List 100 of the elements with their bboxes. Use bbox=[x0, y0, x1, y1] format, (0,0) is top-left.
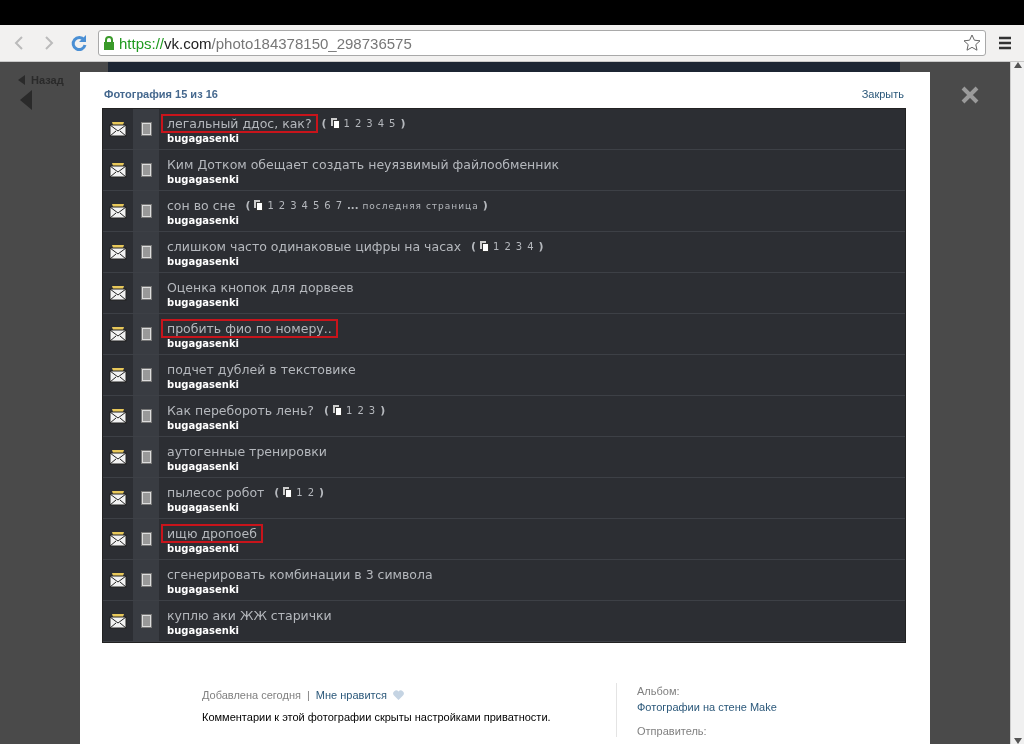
topic-author: bugagasenki bbox=[166, 625, 241, 636]
page-link[interactable]: 7 bbox=[335, 200, 344, 211]
topic-author: bugagasenki bbox=[166, 256, 241, 267]
topic-author: bugagasenki bbox=[166, 502, 241, 513]
document-icon bbox=[140, 327, 152, 341]
pages-icon bbox=[330, 118, 340, 129]
topic-author: bugagasenki bbox=[166, 297, 241, 308]
address-bar[interactable]: https://vk.com/photo184378150_298736575 bbox=[98, 30, 986, 56]
document-icon bbox=[140, 409, 152, 423]
envelope-icon bbox=[109, 449, 127, 465]
menu-icon bbox=[998, 36, 1012, 50]
envelope-icon bbox=[109, 572, 127, 588]
page-link[interactable]: 2 bbox=[278, 200, 287, 211]
topic-title[interactable]: ищю дропоеб bbox=[161, 524, 263, 543]
close-icon[interactable] bbox=[961, 86, 979, 104]
page-link[interactable]: 3 bbox=[290, 200, 298, 211]
page-link[interactable]: 1 bbox=[493, 241, 501, 252]
envelope-icon bbox=[109, 203, 127, 219]
page-link[interactable]: 5 bbox=[312, 200, 321, 211]
page-link[interactable]: 1 bbox=[296, 487, 304, 498]
album-link[interactable]: Фотографии на стене Make bbox=[637, 701, 777, 713]
parenthesis: ) bbox=[482, 199, 488, 212]
topic-title[interactable]: Ким Дотком обещает создать неуязвимый файлообменник bbox=[161, 155, 566, 174]
parenthesis: ) bbox=[538, 240, 544, 253]
page-link[interactable]: 2 bbox=[307, 487, 316, 498]
page-link[interactable]: 3 bbox=[368, 405, 377, 416]
parenthesis: ( bbox=[471, 240, 477, 253]
scroll-down-icon[interactable] bbox=[1014, 738, 1022, 744]
url-text: https://vk.com/photo184378150_298736575 bbox=[119, 34, 413, 52]
page-link[interactable]: 2 bbox=[357, 405, 365, 416]
topic-title[interactable]: сгенерировать комбинации в 3 символа bbox=[161, 565, 439, 584]
page-link[interactable]: 4 bbox=[377, 118, 386, 129]
topic-author: bugagasenki bbox=[166, 338, 241, 349]
topic-title[interactable]: куплю аки ЖЖ старички bbox=[161, 606, 338, 625]
page-link[interactable]: 3 bbox=[515, 241, 524, 252]
document-icon bbox=[140, 491, 152, 505]
parenthesis: ( bbox=[245, 199, 251, 212]
page-link[interactable]: 6 bbox=[324, 200, 332, 211]
page-link[interactable]: 1 bbox=[267, 200, 275, 211]
envelope-icon bbox=[109, 367, 127, 383]
topic-title[interactable]: пробить фио по номеру.. bbox=[161, 319, 338, 338]
envelope-icon bbox=[109, 490, 127, 506]
topic-author: bugagasenki bbox=[166, 215, 241, 226]
page-link[interactable]: 4 bbox=[527, 241, 535, 252]
topic-author: bugagasenki bbox=[166, 461, 241, 472]
topic-title[interactable]: подчет дублей в текстовике bbox=[161, 360, 362, 379]
album-label: Альбом: bbox=[637, 685, 681, 697]
last-page-link[interactable]: последняя страница bbox=[362, 200, 479, 211]
envelope-icon bbox=[109, 326, 127, 342]
parenthesis: ( bbox=[321, 117, 327, 130]
topic-author: bugagasenki bbox=[166, 584, 241, 595]
star-icon[interactable] bbox=[963, 34, 981, 52]
page-link[interactable]: 1 bbox=[343, 118, 351, 129]
parenthesis: ( bbox=[323, 404, 329, 417]
envelope-icon bbox=[109, 285, 127, 301]
topic-title[interactable]: Как перебороть лень? bbox=[161, 401, 320, 420]
page-link[interactable]: 2 bbox=[504, 241, 512, 252]
topic-author: bugagasenki bbox=[166, 420, 241, 431]
sender-label: Отправитель: bbox=[637, 725, 708, 737]
topic-title[interactable]: сон во сне bbox=[161, 196, 242, 215]
ellipsis: ... bbox=[347, 200, 359, 211]
close-link[interactable]: Закрыть bbox=[861, 88, 904, 100]
envelope-icon bbox=[109, 408, 127, 424]
topic-title[interactable]: Оценка кнопок для дорвеев bbox=[161, 278, 360, 297]
parenthesis: ) bbox=[400, 117, 406, 130]
topic-author: bugagasenki bbox=[166, 379, 241, 390]
document-icon bbox=[140, 122, 152, 136]
separator: | bbox=[306, 689, 310, 701]
scrollbar[interactable] bbox=[1010, 62, 1024, 744]
parenthesis: ) bbox=[319, 486, 325, 499]
page-link[interactable]: 1 bbox=[346, 405, 354, 416]
page-link[interactable]: 5 bbox=[389, 118, 397, 129]
document-icon bbox=[140, 532, 152, 546]
page-link[interactable]: 2 bbox=[354, 118, 363, 129]
topic-title[interactable]: слишком часто одинаковые цифры на часах bbox=[161, 237, 468, 256]
topic-title[interactable]: легальный ддос, как? bbox=[161, 114, 318, 133]
pages-icon bbox=[254, 200, 264, 211]
envelope-icon bbox=[109, 531, 127, 547]
like-link[interactable]: Мне нравится bbox=[315, 689, 387, 701]
page-link[interactable]: 4 bbox=[301, 200, 309, 211]
chevron-left-icon bbox=[14, 36, 24, 50]
pages-icon bbox=[333, 405, 342, 416]
topic-title[interactable]: аутогенные тренировки bbox=[161, 442, 333, 461]
added-date: Добавлена сегодня bbox=[202, 689, 301, 701]
document-icon bbox=[140, 368, 152, 382]
photo-counter: Фотография 15 из 16 bbox=[104, 88, 218, 100]
topic-title[interactable]: пылесос робот bbox=[161, 483, 271, 502]
left-arrow-icon[interactable] bbox=[20, 90, 32, 110]
document-icon bbox=[140, 204, 152, 218]
document-icon bbox=[140, 450, 152, 464]
document-icon bbox=[140, 614, 152, 628]
triangle-left-icon bbox=[18, 75, 25, 85]
topic-author: bugagasenki bbox=[166, 543, 241, 554]
document-icon bbox=[140, 245, 152, 259]
lock-icon bbox=[103, 36, 115, 50]
document-icon bbox=[140, 163, 152, 177]
envelope-icon bbox=[109, 613, 127, 629]
chevron-right-icon bbox=[44, 36, 54, 50]
parenthesis: ( bbox=[274, 486, 280, 499]
page-link[interactable]: 3 bbox=[366, 118, 374, 129]
